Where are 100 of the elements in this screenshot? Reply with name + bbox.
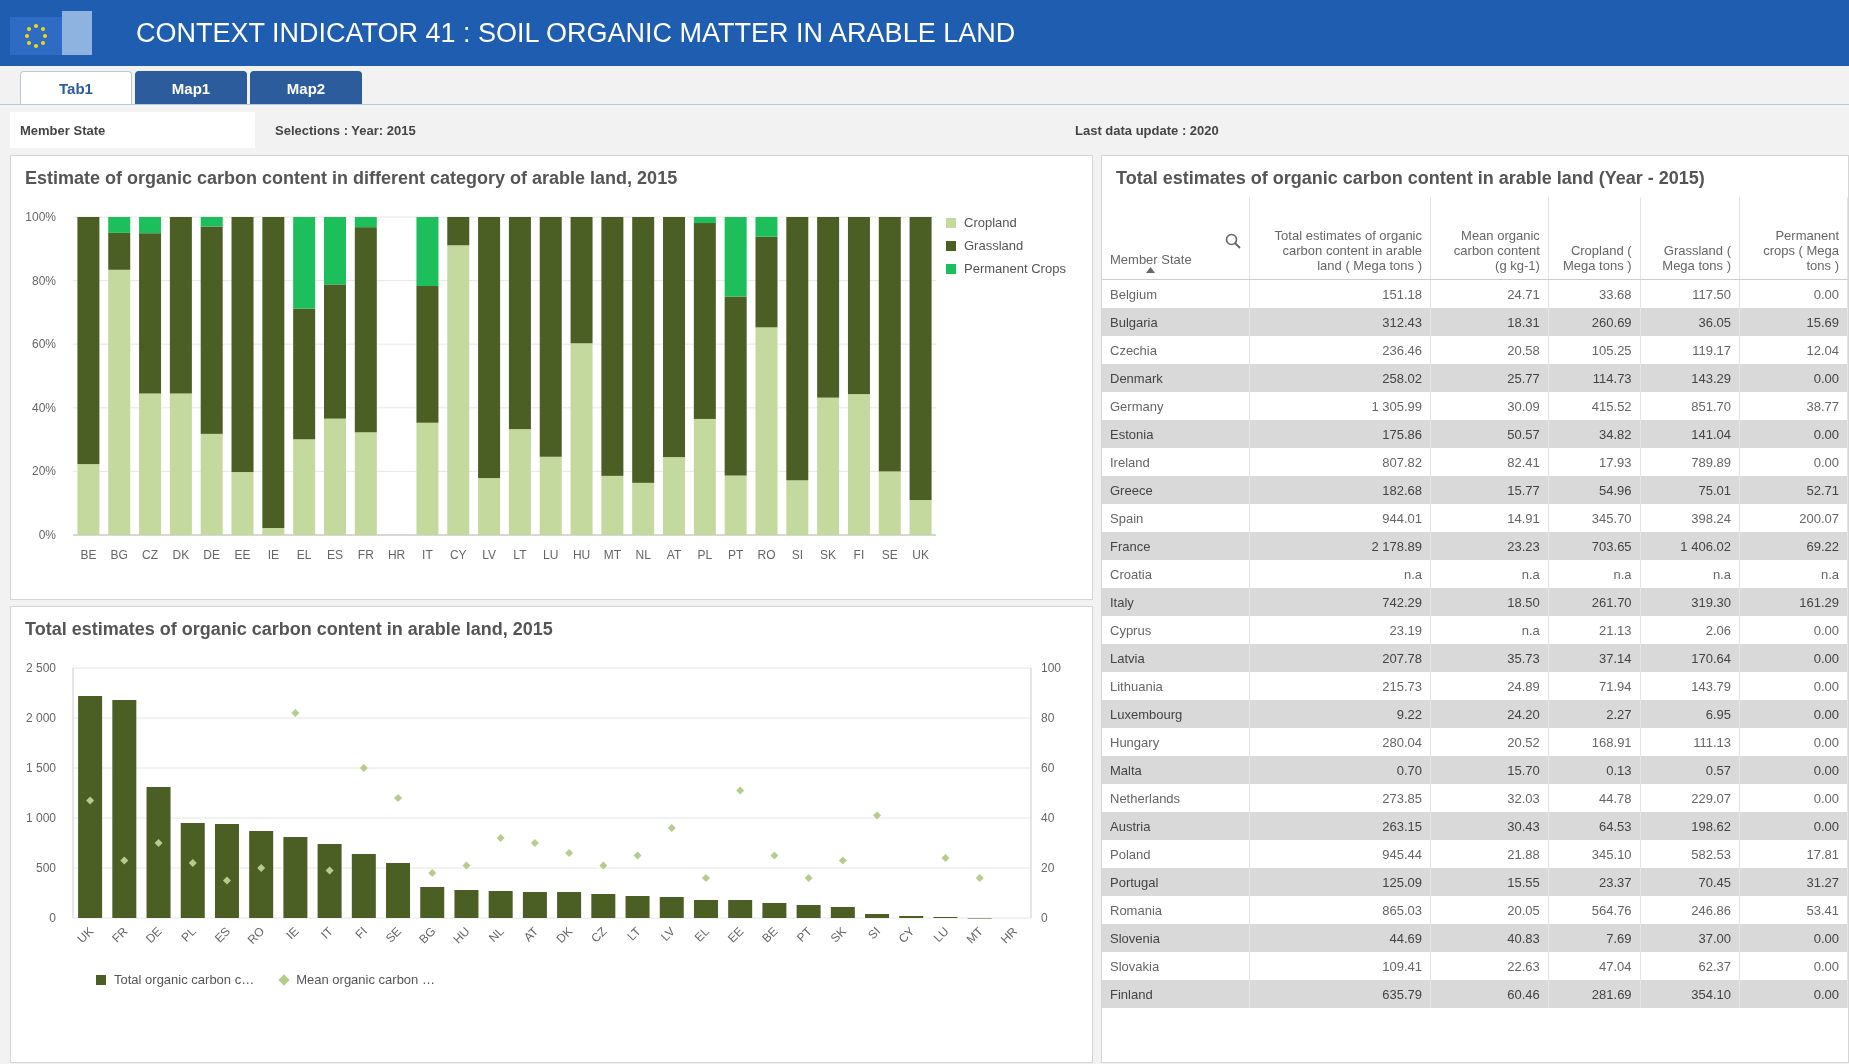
- column-header[interactable]: Member State: [1110, 252, 1192, 267]
- axis-label: FI: [853, 548, 865, 562]
- axis-label: 100: [1041, 661, 1062, 675]
- tab[interactable]: Tab1: [20, 71, 132, 104]
- table-cell: Austria: [1102, 812, 1250, 840]
- bar: [693, 900, 718, 918]
- axis-label: DE: [203, 548, 221, 562]
- table-cell: 15.69: [1739, 308, 1848, 336]
- table-cell: 143.29: [1640, 364, 1740, 392]
- table-cell: Greece: [1102, 476, 1250, 504]
- table-cell: 0.00: [1739, 364, 1848, 392]
- table-cell: 30.43: [1430, 812, 1549, 840]
- table-cell: 182.68: [1249, 476, 1431, 504]
- table-cell: 0.70: [1249, 756, 1431, 784]
- table-cell: 742.29: [1249, 588, 1431, 616]
- data-point: [633, 851, 642, 860]
- table-cell: 207.78: [1249, 644, 1431, 672]
- table-cell: 69.22: [1739, 532, 1848, 560]
- data-point: [838, 856, 847, 865]
- axis-label: SK: [820, 548, 837, 562]
- table-cell: 24.20: [1430, 700, 1549, 728]
- axis-label: DE: [142, 924, 165, 946]
- axis-label: AT: [666, 548, 682, 562]
- axis-label: CY: [895, 924, 918, 946]
- tab[interactable]: Map1: [135, 71, 247, 104]
- data-point: [462, 861, 471, 870]
- table-cell: 44.69: [1249, 924, 1431, 952]
- table-cell: 7.69: [1548, 924, 1641, 952]
- axis-label: RO: [244, 924, 268, 947]
- axis-label: SI: [791, 548, 803, 562]
- table-cell: 263.15: [1249, 812, 1431, 840]
- tab[interactable]: Map2: [250, 71, 362, 104]
- bar: [762, 903, 787, 918]
- table-cell: 36.05: [1640, 308, 1740, 336]
- axis-label: 2 500: [25, 661, 56, 675]
- data-point: [667, 824, 676, 832]
- bar: [454, 890, 479, 918]
- table-cell: 175.86: [1249, 420, 1431, 448]
- axis-label: BG: [110, 548, 128, 562]
- data-point: [599, 861, 608, 870]
- table-cell: Malta: [1102, 756, 1250, 784]
- data-point: [804, 874, 813, 882]
- axis-label: HR: [387, 548, 406, 562]
- table-cell: 260.69: [1548, 308, 1641, 336]
- axis-label: AT: [520, 924, 541, 945]
- table-cell: Italy: [1102, 588, 1250, 616]
- data-point: [941, 854, 950, 862]
- table-cell: 0.00: [1739, 924, 1848, 952]
- axis-label: CY: [449, 548, 467, 562]
- table-cell: 0.00: [1739, 644, 1848, 672]
- table-cell: 52.71: [1739, 476, 1848, 504]
- table-cell: 114.73: [1548, 364, 1641, 392]
- table-cell: 161.29: [1739, 588, 1848, 616]
- axis-label: 60: [1041, 761, 1055, 775]
- legend-label: Cropland: [964, 215, 1017, 230]
- legend-label: Grassland: [964, 238, 1024, 253]
- axis-label: LT: [513, 548, 527, 562]
- axis-label: PT: [794, 924, 815, 945]
- table-cell: 319.30: [1640, 588, 1740, 616]
- column-header[interactable]: Grassland ( Mega tons ): [1640, 197, 1740, 280]
- table-cell: 0.00: [1739, 700, 1848, 728]
- table-cell: 18.31: [1430, 308, 1549, 336]
- column-header[interactable]: Permanent crops ( Mega tons ): [1739, 197, 1848, 280]
- axis-label: HU: [572, 548, 591, 562]
- table-cell: 703.65: [1548, 532, 1641, 560]
- table-cell: 198.62: [1640, 812, 1740, 840]
- bar: [351, 854, 376, 918]
- data-point: [257, 864, 266, 872]
- data-point: [291, 709, 300, 717]
- column-header[interactable]: Total estimates of organic carbon content in arable land ( Mega tons ): [1249, 197, 1431, 280]
- axis-label: IT: [422, 548, 433, 562]
- data-point: [496, 834, 505, 842]
- axis-label: 1 000: [25, 811, 56, 825]
- legend-label: Permanent Crops: [964, 261, 1066, 276]
- table-cell: France: [1102, 532, 1250, 560]
- bar: [591, 894, 616, 918]
- axis-label: HU: [450, 924, 473, 947]
- table-cell: 23.23: [1430, 532, 1549, 560]
- bar: [796, 905, 821, 918]
- legend-swatch: [96, 974, 106, 985]
- column-header[interactable]: Cropland ( Mega tons ): [1548, 197, 1641, 280]
- axis-label: EE: [725, 924, 747, 946]
- axis-label: NL: [635, 548, 651, 562]
- axis-label: PL: [697, 548, 713, 562]
- data-point: [873, 811, 882, 820]
- search-icon[interactable]: [1224, 233, 1241, 249]
- table-cell: 0.13: [1548, 756, 1641, 784]
- axis-label: SE: [382, 924, 405, 946]
- filter-field[interactable]: Member State: [10, 112, 255, 148]
- table-cell: Latvia: [1102, 644, 1250, 672]
- data-point: [86, 796, 95, 805]
- data-point: [394, 794, 403, 802]
- bar: [865, 914, 890, 918]
- column-header[interactable]: Mean organic carbon content (g kg-1): [1430, 197, 1549, 280]
- bar: [625, 896, 650, 918]
- axis-label: 20%: [31, 464, 56, 479]
- axis-label: FR: [357, 548, 374, 562]
- data-point: [359, 764, 368, 772]
- axis-label: LV: [482, 548, 496, 562]
- table-cell: 281.69: [1548, 980, 1641, 1008]
